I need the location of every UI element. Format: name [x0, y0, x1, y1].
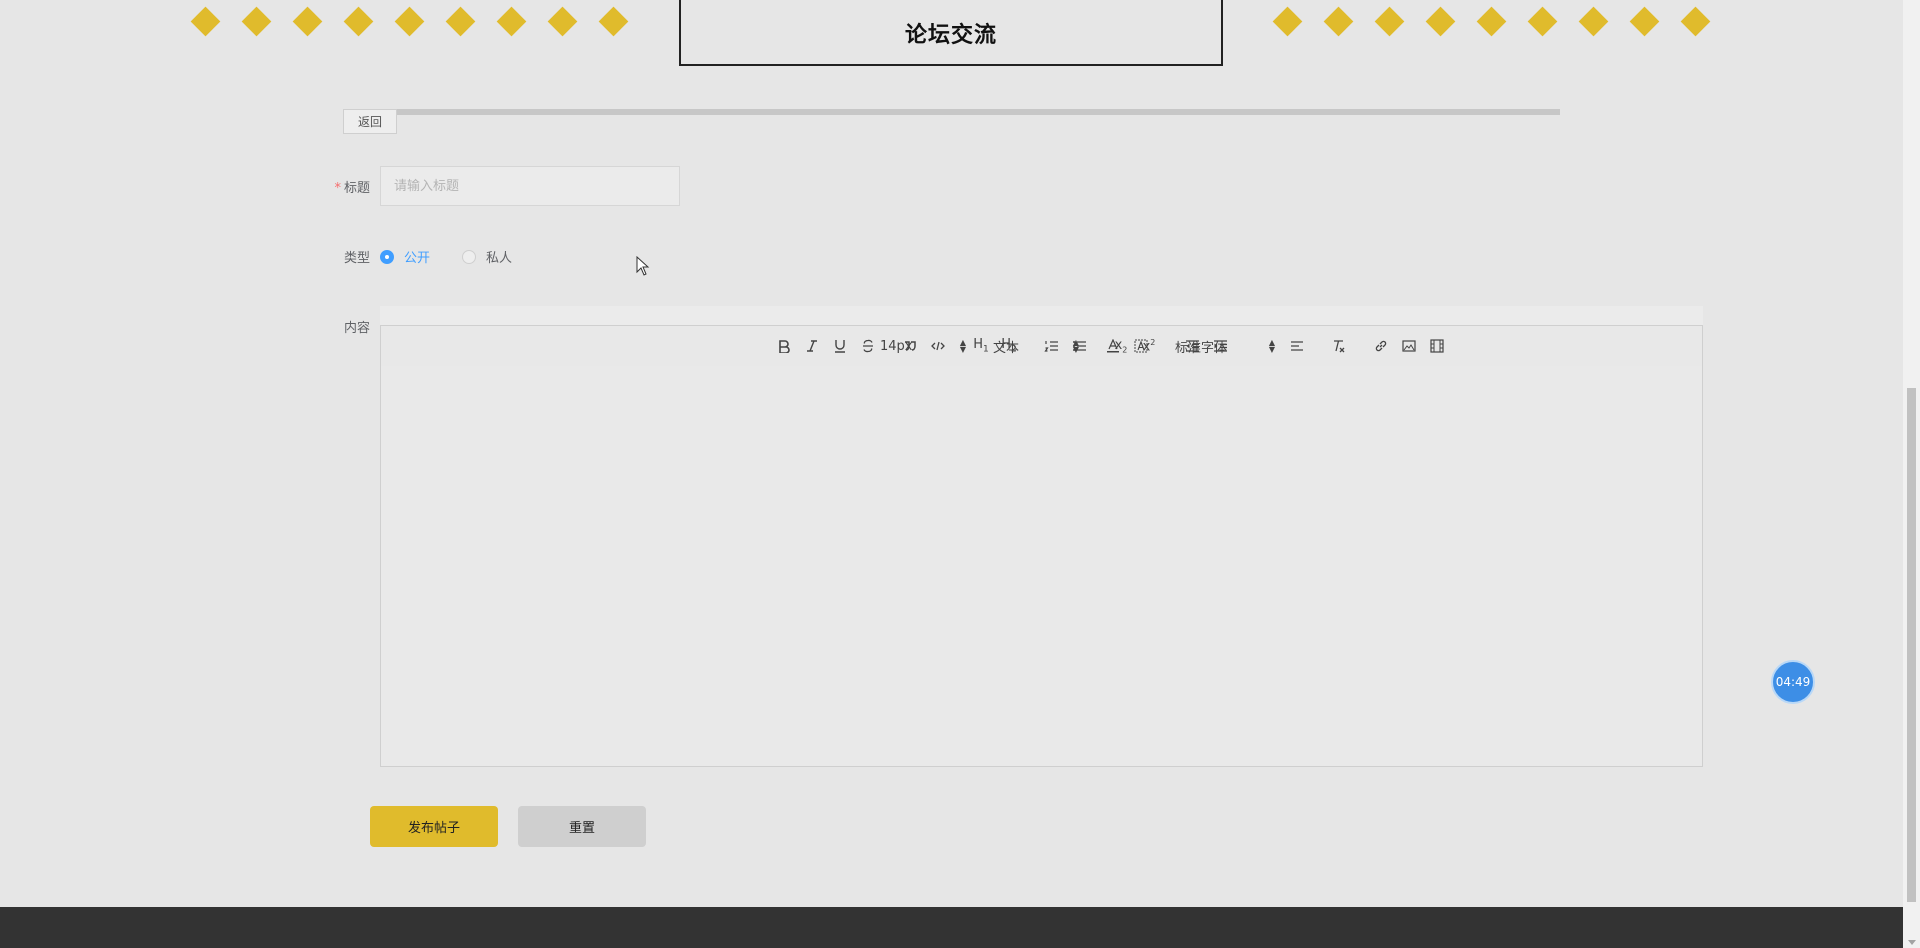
diamond-icon: [1425, 6, 1456, 37]
diamond-icon: [1323, 6, 1354, 37]
divider-bar: [397, 109, 1560, 115]
countdown-timer[interactable]: 04:49: [1771, 660, 1815, 704]
diamond-icon: [547, 6, 578, 37]
editor-toolbar: H1 H2 x2 x2 14px ▲ ▼ 文本 ▲ ▼ 标准字体 ▲ ▼: [380, 325, 1703, 367]
radio-private-label: 私人: [486, 251, 513, 266]
back-button[interactable]: 返回: [343, 109, 397, 134]
select-arrows-icon: ▲ ▼: [1072, 338, 1079, 354]
diamond-icon: [445, 6, 476, 37]
diamond-icon: [496, 6, 527, 37]
font-family-picker[interactable]: 标准字体 ▲ ▼: [1175, 326, 1275, 366]
page-title-box: 论坛交流: [679, 0, 1223, 66]
submit-post-button[interactable]: 发布帖子: [370, 806, 498, 847]
header-1-button[interactable]: H1: [968, 326, 994, 366]
editor-header-strip: [380, 306, 1703, 326]
image-icon[interactable]: [1397, 326, 1421, 366]
font-color-icon[interactable]: [1101, 326, 1125, 366]
bold-icon[interactable]: [772, 326, 796, 366]
font-size-picker[interactable]: 14px ▲ ▼: [880, 326, 966, 366]
radio-checked-icon: [380, 249, 394, 264]
italic-icon[interactable]: [800, 326, 824, 366]
clear-format-icon[interactable]: [1327, 326, 1351, 366]
diamond-icon: [292, 6, 323, 37]
diamond-icon: [1527, 6, 1558, 37]
page-footer: [0, 907, 1903, 948]
radio-public-label: 公开: [404, 251, 431, 266]
background-color-icon[interactable]: [1129, 326, 1153, 366]
title-label-text: 标题: [343, 181, 370, 196]
video-icon[interactable]: [1425, 326, 1449, 366]
diamond-icon: [598, 6, 629, 37]
underline-icon[interactable]: [828, 326, 852, 366]
scroll-down-arrow-icon[interactable]: [1908, 940, 1916, 945]
type-label: 类型: [343, 251, 370, 266]
select-arrows-icon: ▲ ▼: [959, 338, 966, 354]
diamond-icon: [190, 6, 221, 37]
mouse-cursor-icon: [636, 256, 650, 276]
align-icon[interactable]: [1285, 326, 1309, 366]
reset-button[interactable]: 重置: [518, 806, 646, 847]
radio-unchecked-icon: [462, 249, 476, 264]
diamond-icon: [1629, 6, 1660, 37]
title-field-label: * 标题: [330, 177, 370, 196]
diamond-icon: [394, 6, 425, 37]
required-mark: *: [334, 181, 341, 196]
diamond-icon: [1272, 6, 1303, 37]
radio-private[interactable]: 私人: [462, 247, 512, 266]
diamond-icon: [1578, 6, 1609, 37]
scrollbar-thumb[interactable]: [1907, 388, 1916, 902]
diamond-icon: [1374, 6, 1405, 37]
diamond-icon: [1476, 6, 1507, 37]
font-family-value: 标准字体: [1175, 340, 1228, 356]
header-picker[interactable]: 文本 ▲ ▼: [993, 326, 1079, 366]
diamond-icon: [1680, 6, 1711, 37]
link-icon[interactable]: [1369, 326, 1393, 366]
select-arrows-icon: ▲ ▼: [1268, 338, 1275, 354]
title-input[interactable]: [380, 166, 680, 206]
diamond-icon: [343, 6, 374, 37]
editor-content-area[interactable]: [380, 366, 1703, 767]
font-size-value: 14px: [880, 338, 913, 354]
diamond-icon: [241, 6, 272, 37]
header-picker-value: 文本: [993, 340, 1020, 356]
vertical-scrollbar[interactable]: [1903, 0, 1920, 948]
strike-icon[interactable]: [856, 326, 880, 366]
content-label: 内容: [343, 321, 370, 336]
page-title: 论坛交流: [904, 23, 997, 48]
radio-public[interactable]: 公开: [380, 247, 430, 266]
